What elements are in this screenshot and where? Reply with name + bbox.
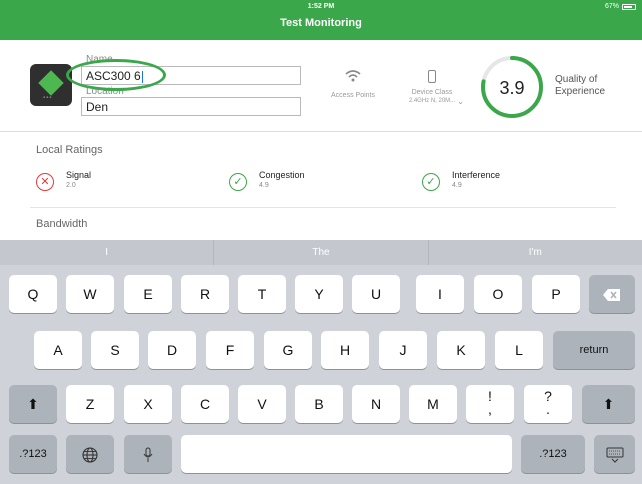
suggestion-item[interactable]: I'm (429, 240, 642, 265)
key-p[interactable]: P (532, 275, 580, 313)
key-e[interactable]: E (124, 275, 172, 313)
key-o[interactable]: O (474, 275, 522, 313)
text-caret (141, 70, 143, 83)
key-exclaim-comma[interactable]: ! , (466, 385, 514, 423)
suggestion-item[interactable]: The (214, 240, 429, 265)
local-ratings-title: Local Ratings (36, 144, 103, 156)
battery-indicator: 67% (605, 3, 636, 10)
backspace-icon (603, 289, 620, 302)
shift-left-key[interactable]: ⬆ (9, 385, 57, 423)
key-f[interactable]: F (206, 331, 254, 369)
shift-right-key[interactable]: ⬆ (582, 385, 635, 423)
rating-name: Signal (66, 170, 92, 180)
key-question-period[interactable]: ? . (524, 385, 572, 423)
numbers-key-right[interactable]: .?123 (521, 435, 585, 473)
name-label: Name (86, 54, 113, 65)
qoe-gauge: 3.9 (481, 56, 543, 118)
battery-percent: 67% (604, 3, 619, 10)
wifi-icon (322, 70, 384, 86)
on-screen-keyboard: I The I'm Q W E R T Y U I O P A S D F G … (0, 240, 642, 484)
access-points-button[interactable]: Access Points (322, 70, 384, 99)
rating-name: Interference (452, 170, 501, 180)
rating-name: Congestion (259, 170, 305, 180)
key-m[interactable]: M (409, 385, 457, 423)
divider (30, 207, 616, 208)
key-r[interactable]: R (181, 275, 229, 313)
shift-icon: ⬆ (27, 396, 39, 412)
key-bottom-char: , (488, 401, 492, 417)
key-i[interactable]: I (416, 275, 464, 313)
access-points-label: Access Points (331, 92, 375, 99)
microphone-icon (143, 447, 153, 463)
key-z[interactable]: Z (66, 385, 114, 423)
key-d[interactable]: D (148, 331, 196, 369)
page-title: Test Monitoring (280, 17, 362, 29)
name-input[interactable]: ASC300 6 (81, 66, 301, 85)
key-n[interactable]: N (352, 385, 400, 423)
key-l[interactable]: L (495, 331, 543, 369)
key-u[interactable]: U (352, 275, 400, 313)
return-key[interactable]: return (553, 331, 635, 369)
rating-congestion[interactable]: ✓ Congestion 4.9 (229, 170, 389, 196)
key-c[interactable]: C (181, 385, 229, 423)
globe-icon (82, 447, 98, 463)
router-icon: ▪▪▪ (30, 64, 72, 106)
device-class-button[interactable]: Device Class 2.4GHz N, 20M... ⌄ (396, 70, 468, 106)
location-label: Location (86, 86, 124, 97)
rating-value: 4.9 (259, 182, 269, 189)
key-x[interactable]: X (124, 385, 172, 423)
rating-value: 4.9 (452, 182, 462, 189)
shift-icon: ⬆ (602, 396, 615, 412)
name-value: ASC300 6 (86, 69, 141, 83)
error-icon: ✕ (36, 173, 54, 191)
key-bottom-char: . (546, 401, 550, 417)
rating-value: 2.0 (66, 182, 76, 189)
key-g[interactable]: G (264, 331, 312, 369)
chevron-down-icon: ⌄ (457, 97, 464, 106)
check-icon: ✓ (422, 173, 440, 191)
key-b[interactable]: B (295, 385, 343, 423)
rating-signal[interactable]: ✕ Signal 2.0 (36, 170, 196, 196)
suggestion-item[interactable]: I (0, 240, 215, 265)
key-s[interactable]: S (91, 331, 139, 369)
qoe-label-line2: Experience (555, 86, 606, 97)
device-class-label: Device Class (411, 89, 453, 96)
key-w[interactable]: W (66, 275, 114, 313)
key-k[interactable]: K (437, 331, 485, 369)
key-j[interactable]: J (379, 331, 427, 369)
bandwidth-title: Bandwidth (36, 218, 88, 230)
key-a[interactable]: A (34, 331, 82, 369)
rating-interference[interactable]: ✓ Interference 4.9 (422, 170, 582, 196)
key-t[interactable]: T (238, 275, 286, 313)
key-q[interactable]: Q (9, 275, 57, 313)
qoe-label: Quality of Experience (555, 74, 625, 98)
microphone-key[interactable] (124, 435, 172, 473)
key-h[interactable]: H (321, 331, 369, 369)
header-bar: 1:52 PM Test Monitoring 67% (0, 0, 642, 40)
space-key[interactable] (181, 435, 512, 473)
key-v[interactable]: V (238, 385, 286, 423)
backspace-key[interactable] (589, 275, 635, 313)
qoe-score: 3.9 (499, 78, 524, 98)
keyboard-dismiss-icon (606, 447, 623, 464)
hide-keyboard-key[interactable] (594, 435, 635, 473)
key-y[interactable]: Y (295, 275, 343, 313)
battery-icon (622, 3, 636, 10)
qoe-label-line1: Quality of (555, 74, 598, 85)
check-icon: ✓ (229, 173, 247, 191)
location-input[interactable]: Den (81, 97, 301, 116)
suggestion-bar: I The I'm (0, 240, 642, 265)
numbers-key-left[interactable]: .?123 (9, 435, 57, 473)
status-time: 1:52 PM (307, 3, 335, 10)
globe-key[interactable] (66, 435, 114, 473)
phone-icon (428, 70, 436, 83)
